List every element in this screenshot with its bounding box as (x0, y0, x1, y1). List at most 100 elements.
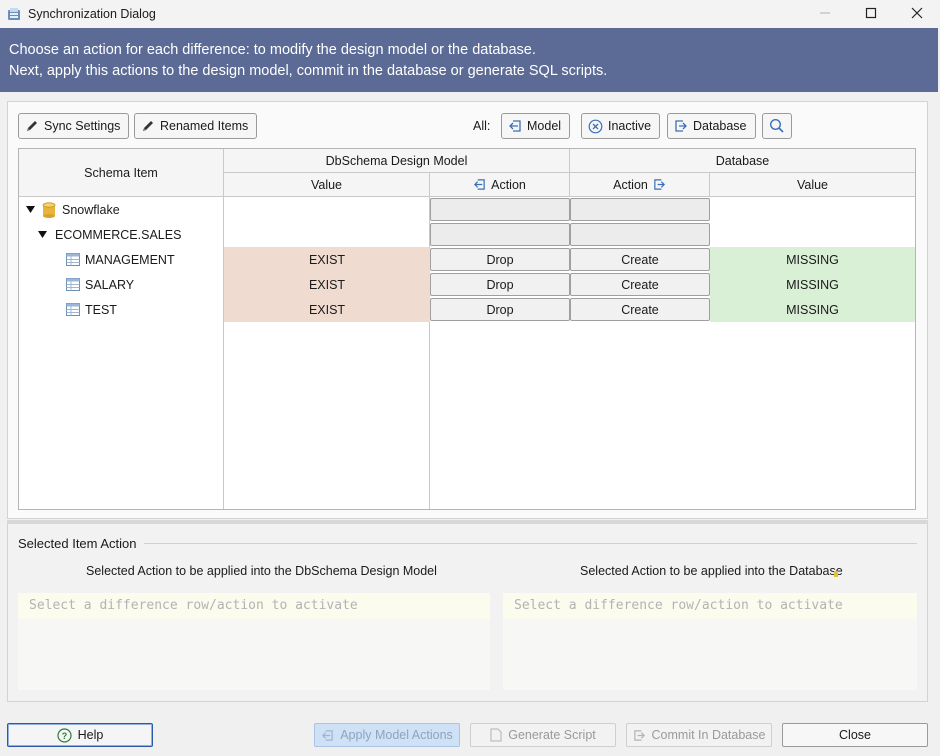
model-sql-placeholder: Select a difference row/action to activa… (18, 593, 490, 619)
database-label: Database (693, 119, 747, 133)
table-row-salary[interactable]: SALARY EXIST Drop Create MISSING (19, 272, 915, 297)
svg-text:?: ? (61, 731, 67, 741)
table-icon (66, 253, 80, 266)
sync-settings-button[interactable]: Sync Settings (18, 113, 130, 139)
window-title: Synchronization Dialog (28, 7, 156, 21)
banner-line-1: Choose an action for each difference: to… (9, 42, 536, 58)
banner-line-2: Next, apply this actions to the design m… (9, 63, 608, 79)
db-action-label: Selected Action to be applied into the D… (580, 564, 843, 578)
model-label: Model (527, 119, 562, 133)
help-label: Help (77, 728, 104, 742)
tree-label: SALARY (85, 277, 135, 292)
all-database-button[interactable]: Database (667, 113, 756, 139)
model-sql-editor[interactable]: Select a difference row/action to activa… (18, 593, 490, 690)
drop-action-button[interactable]: Drop (430, 298, 570, 321)
all-inactive-button[interactable]: Inactive (581, 113, 661, 139)
tree-label: MANAGEMENT (85, 252, 175, 267)
generate-script-label: Generate Script (508, 728, 596, 742)
header-model-action-label: Action (491, 177, 526, 192)
generate-script-button[interactable]: Generate Script (470, 723, 616, 747)
create-action-button[interactable]: Create (570, 298, 710, 321)
header-model-value[interactable]: Value (224, 173, 430, 197)
db-value-cell: MISSING (710, 272, 915, 297)
close-window-button[interactable] (894, 0, 940, 26)
db-sql-editor[interactable]: Select a difference row/action to activa… (503, 593, 917, 690)
minimize-button[interactable] (802, 0, 848, 26)
drop-action-button[interactable]: Drop (430, 273, 570, 296)
model-action-label: Selected Action to be applied into the D… (86, 564, 437, 578)
sync-settings-label: Sync Settings (44, 119, 121, 133)
sync-grid: Schema Item DbSchema Design Model Databa… (18, 148, 916, 510)
model-action-cell[interactable] (430, 198, 570, 221)
expand-triangle-icon[interactable] (26, 205, 35, 214)
db-action-cell[interactable] (570, 223, 710, 246)
arrow-left-into-icon (322, 729, 333, 741)
drop-action-button[interactable]: Drop (430, 248, 570, 271)
model-value-cell: EXIST (224, 247, 430, 272)
help-button[interactable]: ? Help (7, 723, 153, 747)
model-value-cell: EXIST (224, 297, 430, 322)
arrow-right-into-icon (633, 729, 645, 741)
arrow-left-into-icon (474, 179, 485, 190)
table-icon (66, 303, 80, 316)
header-schema-item[interactable]: Schema Item (19, 149, 224, 197)
all-label: All: (473, 119, 491, 133)
tree-cell: Snowflake (19, 197, 224, 222)
apply-model-actions-label: Apply Model Actions (340, 728, 453, 742)
header-db-value[interactable]: Value (710, 173, 915, 197)
header-db-action[interactable]: Action (570, 173, 710, 197)
section-title: Selected Item Action (18, 536, 137, 551)
table-icon (66, 278, 80, 291)
close-button[interactable]: Close (782, 723, 928, 747)
commit-in-database-label: Commit In Database (651, 728, 766, 742)
tree-label: TEST (85, 302, 117, 317)
renamed-items-label: Renamed Items (160, 119, 249, 133)
close-label: Close (839, 728, 871, 742)
document-icon (490, 728, 502, 742)
header-model-action[interactable]: Action (430, 173, 570, 197)
renamed-items-button[interactable]: Renamed Items (134, 113, 258, 139)
header-database: Database (570, 149, 915, 173)
apply-model-actions-button[interactable]: Apply Model Actions (314, 723, 460, 747)
arrow-left-into-icon (509, 120, 521, 132)
model-value-cell: EXIST (224, 272, 430, 297)
header-db-action-label: Action (613, 177, 648, 192)
arrow-right-into-icon (654, 179, 665, 190)
tree-label: Snowflake (62, 202, 120, 217)
title-bar: Synchronization Dialog (0, 0, 940, 28)
arrow-right-into-icon (675, 120, 687, 132)
table-row-test[interactable]: TEST EXIST Drop Create MISSING (19, 297, 915, 322)
commit-in-database-button[interactable]: Commit In Database (626, 723, 772, 747)
header-design-model: DbSchema Design Model (224, 149, 570, 173)
maximize-icon (865, 7, 877, 19)
tree-cell: SALARY (19, 272, 224, 297)
tree-cell: ECOMMERCE.SALES (19, 222, 224, 247)
inactive-label: Inactive (608, 119, 652, 133)
caret-marker-icon (834, 571, 838, 577)
db-value-cell: MISSING (710, 247, 915, 272)
app-icon (8, 8, 20, 20)
pencil-icon (143, 121, 153, 131)
db-value-cell: MISSING (710, 297, 915, 322)
db-action-cell[interactable] (570, 198, 710, 221)
help-icon: ? (57, 727, 72, 743)
instruction-banner: Choose an action for each difference: to… (0, 28, 938, 92)
section-divider (144, 543, 917, 544)
close-icon (911, 7, 923, 19)
search-button[interactable] (762, 113, 792, 139)
pencil-icon (27, 121, 37, 131)
create-action-button[interactable]: Create (570, 273, 710, 296)
maximize-button[interactable] (848, 0, 894, 26)
database-icon (42, 201, 56, 218)
tree-row-snowflake[interactable]: Snowflake (19, 197, 915, 222)
expand-triangle-icon[interactable] (38, 230, 47, 239)
tree-row-ecommerce-sales[interactable]: ECOMMERCE.SALES (19, 222, 915, 247)
cancel-circle-icon (588, 119, 603, 133)
db-sql-placeholder: Select a difference row/action to activa… (503, 593, 917, 619)
create-action-button[interactable]: Create (570, 248, 710, 271)
model-action-cell[interactable] (430, 223, 570, 246)
all-model-button[interactable]: Model (501, 113, 571, 139)
table-row-management[interactable]: MANAGEMENT EXIST Drop Create MISSING (19, 247, 915, 272)
tree-cell: TEST (19, 297, 224, 322)
search-icon (769, 118, 784, 133)
